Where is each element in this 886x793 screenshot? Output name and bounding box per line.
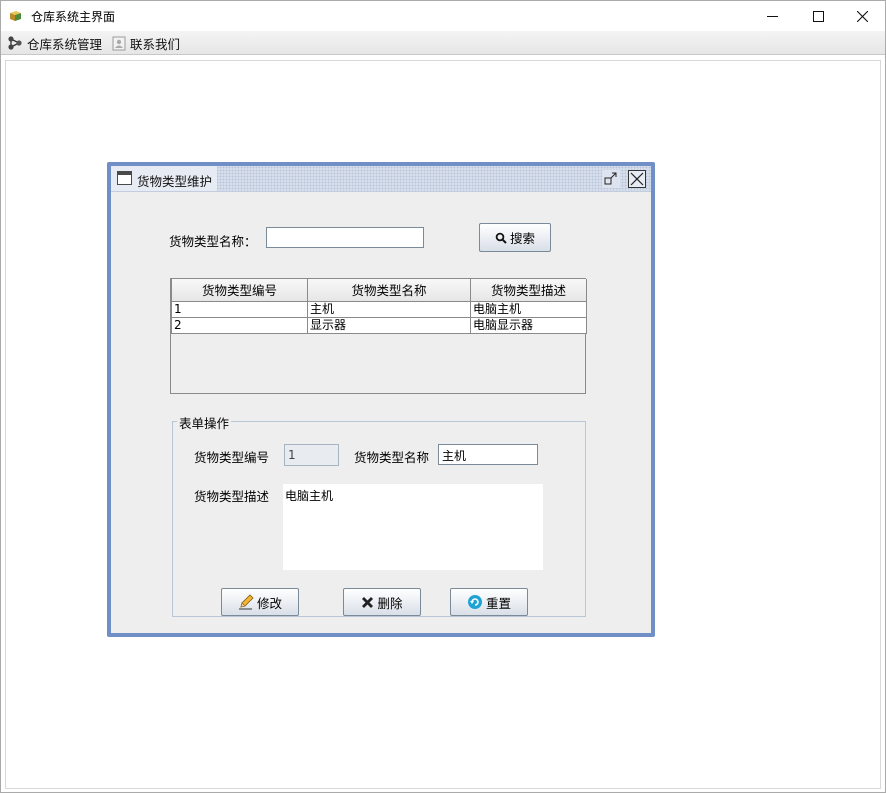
package-icon [10,11,21,21]
network-icon [8,36,22,50]
window-title: 仓库系统主界面 [31,10,116,24]
column-header-id[interactable]: 货物类型编号 [171,279,308,302]
desc-label: 货物类型描述 [194,489,270,504]
modify-button[interactable]: 修改 [221,588,299,616]
table-row[interactable]: 2 显示器 电脑显示器 [171,316,587,334]
restore-icon [604,172,617,185]
reset-button[interactable]: 重置 [450,588,528,616]
table-cell[interactable]: 1 [171,300,308,318]
search-label: 货物类型名称： [169,234,257,249]
column-header-desc[interactable]: 货物类型描述 [470,279,587,302]
restore-button[interactable] [602,170,620,188]
reset-button-label: 重置 [485,595,511,611]
name-label: 货物类型名称 [354,450,430,465]
close-icon [856,10,868,22]
contact-icon [112,36,126,50]
internal-frame-content: 货物类型维护 货物类型名称： 搜索 货物类型编号 货物类型名称 货物类型描述 1… [111,166,651,633]
maximize-icon [812,10,824,22]
form-operation-group: 表单操作 货物类型编号 1 货物类型名称 主机 货物类型描述 电脑主机 修改 删… [172,413,586,617]
delete-button-label: 删除 [377,595,403,611]
search-input[interactable] [266,227,424,248]
form-legend: 表单操作 [177,413,232,432]
internal-frame-title-area: 货物类型维护 [111,166,217,191]
table-cell[interactable]: 电脑主机 [470,300,587,318]
menu-contact-us[interactable]: 联系我们 [112,34,180,52]
internal-frame-close-button[interactable] [628,170,646,188]
name-field[interactable]: 主机 [438,444,538,465]
cargo-type-table: 货物类型编号 货物类型名称 货物类型描述 1 主机 电脑主机 2 显示器 电脑显… [170,278,587,394]
reset-icon [467,595,482,609]
table-cell[interactable]: 电脑显示器 [470,316,587,334]
id-label: 货物类型编号 [194,450,270,465]
maximize-button[interactable] [795,1,841,31]
main-window: 仓库系统主界面 仓库系统管理 联系我们 货物类型维护 货物类型名称： 搜索 货物… [0,0,886,793]
close-icon [630,172,644,186]
table-cell[interactable]: 2 [171,316,308,334]
search-button[interactable]: 搜索 [479,223,551,252]
pencil-icon [238,594,254,610]
menu-contact-label: 联系我们 [130,36,181,52]
column-header-name[interactable]: 货物类型名称 [307,279,471,302]
table-row[interactable]: 1 主机 电脑主机 [171,300,587,318]
desc-textarea[interactable]: 电脑主机 [283,484,543,570]
window-icon [117,171,132,185]
table-cell[interactable]: 显示器 [307,316,471,334]
close-button[interactable] [839,1,885,31]
delete-x-icon [362,596,374,608]
table-cell[interactable]: 主机 [307,300,471,318]
menu-warehouse-label: 仓库系统管理 [27,36,103,52]
internal-frame-cargo-type: 货物类型维护 货物类型名称： 搜索 货物类型编号 货物类型名称 货物类型描述 1… [107,162,655,637]
internal-frame-title: 货物类型维护 [137,174,213,189]
internal-frame-title-bar[interactable]: 货物类型维护 [111,166,651,192]
minimize-icon [766,15,778,17]
minimize-button[interactable] [749,1,795,31]
menu-bar: 仓库系统管理 联系我们 [1,31,885,55]
modify-button-label: 修改 [256,595,282,611]
search-button-label: 搜索 [509,231,535,246]
menu-warehouse-management[interactable]: 仓库系统管理 [7,34,102,52]
title-bar[interactable]: 仓库系统主界面 [1,1,885,31]
delete-button[interactable]: 删除 [343,588,421,616]
table-header-row: 货物类型编号 货物类型名称 货物类型描述 [171,279,587,302]
id-field[interactable]: 1 [284,444,339,466]
search-icon [495,232,507,244]
